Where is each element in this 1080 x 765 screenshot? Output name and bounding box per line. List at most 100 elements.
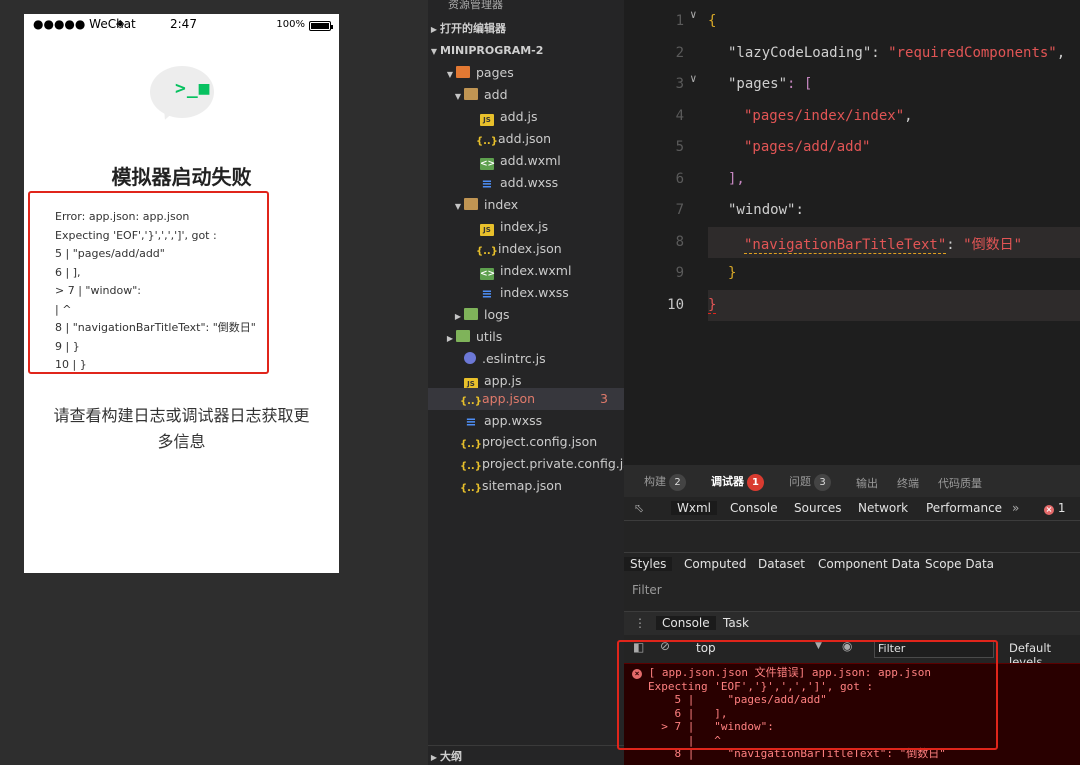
tab-code-quality[interactable]: 代码质量 (938, 475, 982, 491)
string-token: "navigationBarTitleText" (744, 237, 947, 254)
tab-task[interactable]: Task (723, 616, 749, 630)
comma-token: , (1056, 45, 1066, 61)
fold-chevron-icon[interactable]: ∨ (690, 8, 697, 21)
bottom-panel-tabs: 构建 2 调试器 1 问题 3 输出 终端 代码质量 (624, 465, 1080, 497)
tree-item-add-wxml[interactable]: <> add.wxml (428, 150, 624, 172)
tab-network[interactable]: Network (858, 501, 908, 515)
line-number: 5 (675, 139, 684, 155)
tree-item-add-json[interactable]: {..}add.json (428, 128, 624, 150)
tree-item-project-private-config[interactable]: {..}project.private.config.js... (428, 453, 624, 475)
code-editor[interactable]: 1 2 3 4 5 6 7 8 9 10 ∨ ∨ { "lazyCodeLoad… (624, 0, 1080, 465)
key-token: "lazyCodeLoading" (728, 45, 872, 61)
tab-computed[interactable]: Computed (684, 557, 746, 571)
tab-terminal[interactable]: 终端 (897, 475, 919, 491)
error-hint: 请查看构建日志或调试器日志获取更多信息 (53, 406, 310, 451)
folder-icon (456, 66, 470, 78)
error-counter[interactable]: × 1 (1044, 501, 1065, 515)
tree-item-index-js[interactable]: JS index.js (428, 216, 624, 238)
tree-item-label: add.wxml (500, 153, 561, 168)
json-file-icon: {..} (476, 246, 498, 257)
tab-build[interactable]: 构建 2 (644, 473, 686, 491)
tree-item-label: app.wxss (484, 413, 543, 428)
tree-item-app-wxss[interactable]: ≡ app.wxss (428, 410, 624, 432)
key-token: "window" (728, 202, 796, 218)
chevron-down-icon: ▼ (446, 70, 454, 79)
code-line-4: "pages/index/index", (744, 108, 913, 124)
open-editors-section[interactable]: ▶ 打开的编辑器 (428, 18, 624, 40)
count-badge: 2 (669, 474, 686, 491)
count-badge: 1 (747, 474, 764, 491)
tab-sources[interactable]: Sources (794, 501, 841, 515)
outline-section[interactable]: ▶ 大纲 (428, 745, 624, 765)
tree-item-label: add (484, 87, 508, 102)
json-file-icon: {..} (460, 439, 482, 450)
tree-item-label: logs (484, 307, 510, 322)
tree-item-index-wxml[interactable]: <> index.wxml (428, 260, 624, 282)
line-number: 9 (675, 265, 684, 281)
tree-item-project-config[interactable]: {..}project.config.json (428, 431, 624, 453)
tab-drawer-console[interactable]: Console (656, 616, 716, 630)
project-section[interactable]: ▼ MINIPROGRAM-2 (428, 40, 624, 62)
tree-item-index-wxss[interactable]: ≡ index.wxss (428, 282, 624, 304)
tab-dataset[interactable]: Dataset (758, 557, 805, 571)
tree-item-add[interactable]: ▼ add (428, 84, 624, 106)
more-tabs-button[interactable]: » (1012, 501, 1019, 515)
key-token: "pages" (728, 76, 788, 92)
tree-item-pages[interactable]: ▼ pages (428, 62, 624, 84)
tab-scope-data[interactable]: Scope Data (925, 557, 994, 571)
tab-performance[interactable]: Performance (926, 501, 1002, 515)
code-line-5: "pages/add/add" (744, 139, 870, 155)
line-number: 3 (675, 76, 684, 92)
tree-item-label: app.js (484, 373, 522, 388)
tab-output[interactable]: 输出 (856, 475, 878, 491)
tab-problems[interactable]: 问题 3 (789, 473, 831, 491)
code-line-1: { (708, 13, 716, 29)
bracket-token: ], (728, 171, 745, 187)
tree-item-utils[interactable]: ▶ utils (428, 326, 624, 348)
line-number: 6 (675, 171, 684, 187)
tree-item-add-wxss[interactable]: ≡ add.wxss (428, 172, 624, 194)
brace-token: { (708, 13, 717, 29)
tree-item-label: index.wxss (500, 285, 569, 300)
code-line-7: "window": (728, 202, 804, 218)
tree-item-sitemap[interactable]: {..}sitemap.json (428, 475, 624, 497)
colon-token: : (871, 45, 889, 61)
code-line-9: } (728, 265, 736, 281)
tree-item-index-json[interactable]: {..}index.json (428, 238, 624, 260)
battery-percent: 100% (276, 19, 305, 30)
tree-item-label: utils (476, 329, 503, 344)
tree-item-eslintrc[interactable]: .eslintrc.js (428, 348, 624, 370)
status-bar: ●●●●● WeChat ◈ 2:47 100% (24, 14, 339, 36)
wxss-file-icon: ≡ (481, 177, 493, 192)
drawer-menu-icon[interactable]: ⋮ (634, 616, 646, 630)
tree-item-logs[interactable]: ▶ logs (428, 304, 624, 326)
folder-icon (464, 88, 478, 100)
terminal-prompt-icon: >_■ (175, 78, 211, 99)
wxml-file-icon: <> (480, 158, 496, 170)
drawer-tabs: ⋮ Console Task (624, 611, 1080, 635)
tab-styles[interactable]: Styles (624, 557, 673, 571)
code-line-2: "lazyCodeLoading": "requiredComponents", (728, 45, 1065, 61)
tree-item-label: index.wxml (500, 263, 572, 278)
wifi-icon: ◈ (116, 17, 125, 30)
chevron-down-icon: ▼ (454, 202, 462, 211)
tab-component-data[interactable]: Component Data (818, 557, 920, 571)
tab-debugger[interactable]: 调试器 1 (711, 473, 764, 491)
chevron-right-icon: ▶ (454, 312, 462, 321)
wxml-file-icon: <> (480, 268, 496, 280)
js-file-icon: JS (480, 224, 494, 236)
tree-item-index[interactable]: ▼ index (428, 194, 624, 216)
styles-filter-input[interactable]: Filter (632, 583, 662, 597)
tab-label: 问题 (789, 475, 811, 488)
chevron-down-icon: ▼ (430, 47, 438, 56)
tab-console[interactable]: Console (730, 501, 778, 515)
tree-item-add-js[interactable]: JS add.js (428, 106, 624, 128)
tab-wxml[interactable]: Wxml (671, 501, 717, 515)
tree-item-app-json[interactable]: {..}app.json 3 (428, 388, 624, 410)
styles-tabs: Styles Computed Dataset Component Data S… (624, 552, 1080, 576)
chevron-right-icon: ▶ (430, 753, 438, 762)
colon-token: : (795, 202, 804, 218)
inspect-element-icon[interactable]: ⬁ (634, 501, 644, 515)
line-number: 10 (667, 297, 684, 313)
fold-chevron-icon[interactable]: ∨ (690, 72, 697, 85)
